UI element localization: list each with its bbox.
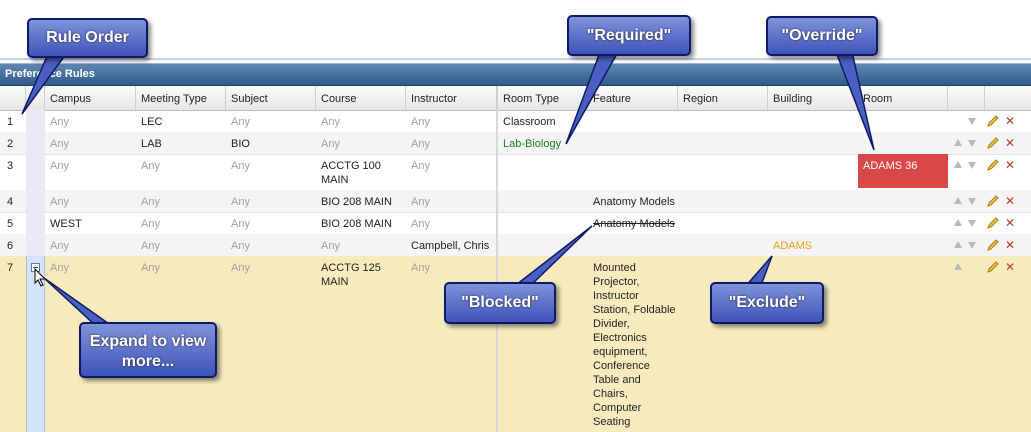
callout-override: "Override" [766, 16, 878, 56]
callout-expand: Expand to view more... [79, 322, 217, 378]
callout-blocked: "Blocked" [444, 282, 556, 324]
callout-rule-order: Rule Order [27, 18, 148, 58]
callout-exclude: "Exclude" [710, 282, 824, 324]
callout-required: "Required" [567, 15, 691, 56]
